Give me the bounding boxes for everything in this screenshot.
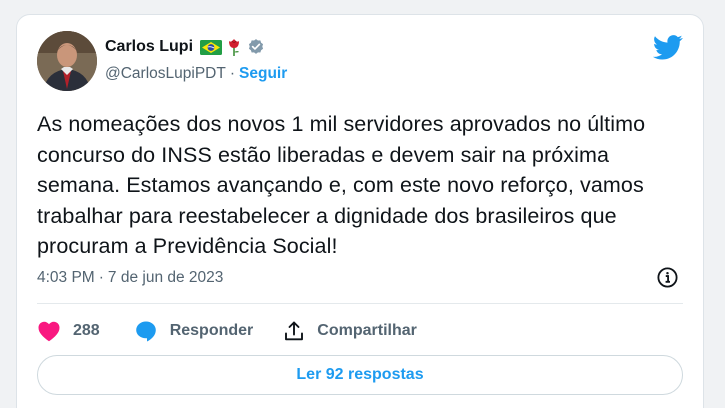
reply-label: Responder — [169, 322, 254, 339]
meta-separator: · — [98, 269, 104, 286]
like-button[interactable]: 288 — [37, 320, 100, 342]
follow-link[interactable]: Seguir — [239, 65, 287, 83]
tweet-time: 4:03 PM — [37, 269, 95, 286]
share-label: Compartilhar — [317, 322, 417, 339]
divider — [37, 303, 683, 304]
author-name-row: Carlos Lupi — [105, 36, 265, 58]
brazil-flag-icon — [200, 39, 223, 55]
speech-bubble-icon — [135, 321, 156, 342]
reply-button[interactable]: Responder — [134, 319, 254, 343]
twitter-bird-icon[interactable] — [653, 35, 683, 60]
like-count: 288 — [73, 322, 100, 339]
share-button[interactable]: Compartilhar — [283, 320, 417, 342]
avatar[interactable] — [37, 31, 97, 91]
heart-icon — [38, 321, 60, 342]
author-display-name[interactable]: Carlos Lupi — [105, 38, 193, 56]
read-replies-label: Ler 92 respostas — [296, 366, 424, 383]
verified-badge-icon — [248, 39, 264, 54]
share-upload-icon — [285, 321, 304, 341]
tweet-text: As nomeações dos novos 1 mil servidores … — [37, 112, 646, 258]
tweet-card: Carlos Lupi @CarlosLupiPDT · Seguir As n… — [16, 14, 704, 408]
tweet-date: 7 de jun de 2023 — [107, 269, 224, 286]
read-replies-button[interactable]: Ler 92 respostas — [37, 355, 683, 395]
author-handle-row: @CarlosLupiPDT · Seguir — [105, 65, 287, 83]
tweet-timestamp[interactable]: 4:03 PM · 7 de jun de 2023 — [37, 269, 223, 287]
rose-icon — [229, 39, 240, 56]
info-icon[interactable] — [656, 266, 679, 289]
tweet-actions: 288 Responder Compartilhar — [37, 319, 417, 343]
separator-dot: · — [229, 65, 236, 82]
author-handle[interactable]: @CarlosLupiPDT — [105, 65, 226, 83]
